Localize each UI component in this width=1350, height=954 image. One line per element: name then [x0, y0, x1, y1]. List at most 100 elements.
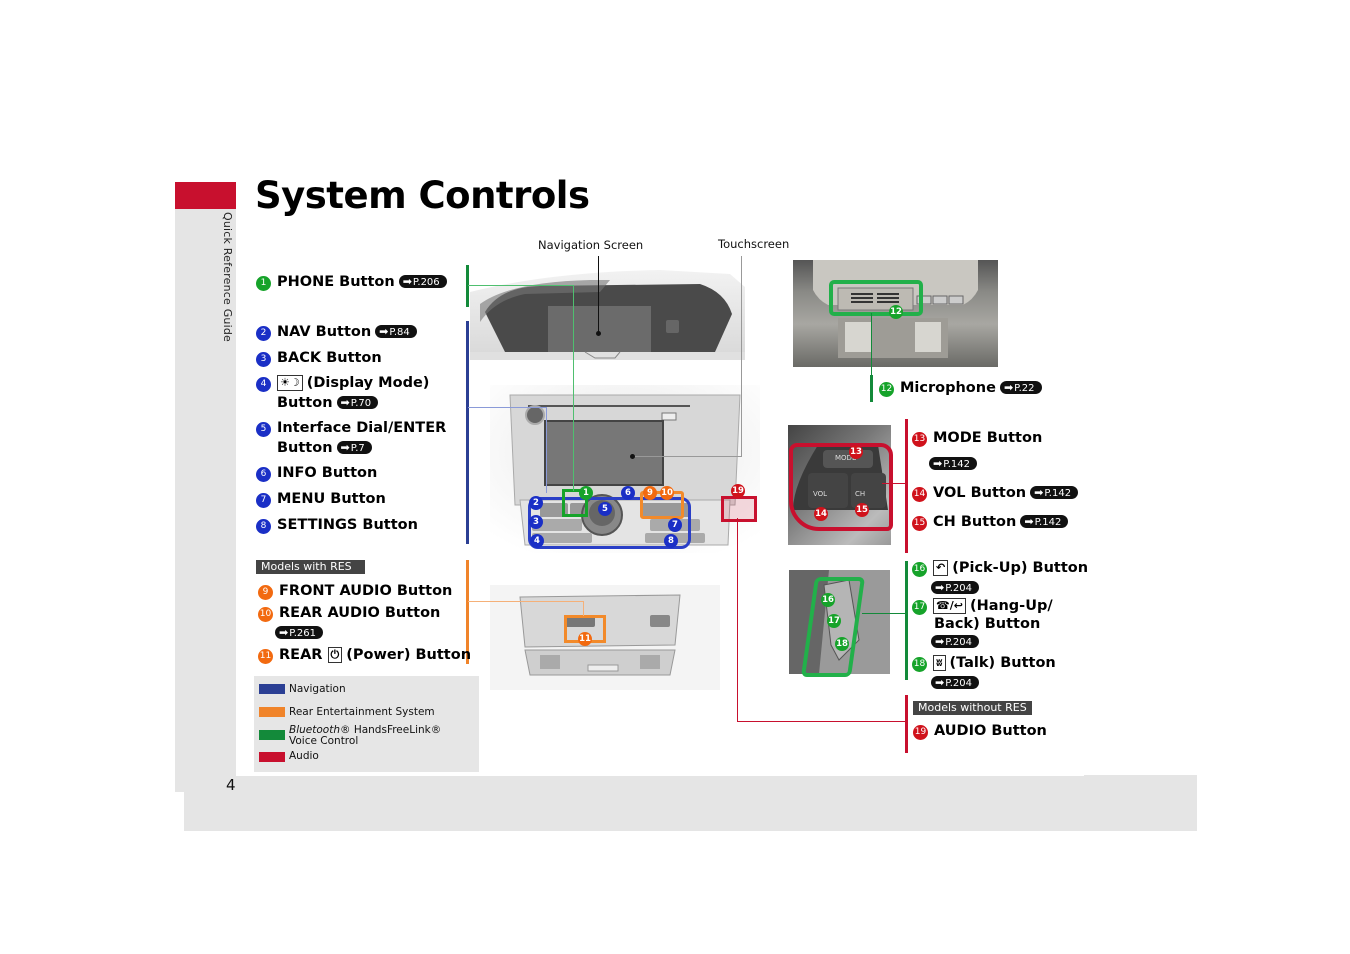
caption-touchscreen: Touchscreen [718, 237, 790, 251]
badge-12: 12 [889, 305, 903, 319]
display-mode-icon: ☀☽ [277, 375, 303, 391]
arrow-right-icon: ➡ [340, 396, 350, 409]
bracket-steering-phone [905, 561, 908, 680]
item-talk-button: 18 ʬ (Talk) Button ➡P.204 [912, 655, 1056, 689]
page-ref-link[interactable]: ➡P.142 [1030, 486, 1079, 499]
item-display-mode-button: 4 ☀☽ (Display Mode) Button ➡P.70 [256, 373, 429, 413]
arrow-right-icon: ➡ [1034, 486, 1044, 499]
item-rear-audio-button: 10 REAR AUDIO Button ➡P.261 [258, 605, 441, 639]
steering-audio-outline [789, 443, 893, 531]
legend-swatch-audio [259, 752, 285, 762]
arrow-right-icon: ➡ [402, 275, 412, 288]
legend-swatch-navigation [259, 684, 285, 694]
leader-rear-v [583, 601, 584, 616]
item-audio-button: 19 AUDIO Button [913, 723, 1047, 740]
arrow-right-icon: ➡ [1024, 515, 1034, 528]
bracket-steering-audio [905, 419, 908, 553]
badge-6: 6 [621, 486, 635, 500]
page-ref-link[interactable]: ➡P.142 [929, 457, 977, 470]
item-phone-button: 1 PHONE Button ➡P.206 [256, 272, 447, 292]
page-ref-link[interactable]: ➡P.204 [931, 581, 979, 594]
item-interface-dial: 5 Interface Dial/ENTER Button ➡P.7 [256, 418, 446, 458]
page-number: 4 [226, 776, 236, 794]
caption-navigation-screen: Navigation Screen [538, 238, 644, 252]
pick-up-icon: ↶ [933, 560, 949, 576]
page-ref-link[interactable]: ➡P.142 [1020, 515, 1069, 528]
item-microphone: 12 Microphone ➡P.22 [879, 378, 1042, 398]
badge-3: 3 [529, 515, 543, 529]
item-rear-power-button: 11 REAR ⏻ (Power) Button [258, 647, 472, 664]
bracket-microphone [870, 375, 873, 402]
arrow-right-icon: ➡ [279, 626, 289, 639]
page-ref-link[interactable]: ➡P.70 [336, 396, 379, 409]
badge-19: 19 [731, 484, 745, 498]
badge-16: 16 [821, 593, 835, 607]
arrow-right-icon: ➡ [933, 457, 943, 470]
item-back-button: 3 BACK Button [256, 348, 382, 368]
arrow-right-icon: ➡ [935, 635, 945, 648]
page-ref-link[interactable]: ➡P.206 [398, 275, 447, 288]
page-ref-link[interactable]: ➡P.22 [999, 381, 1042, 394]
arrow-right-icon: ➡ [935, 676, 945, 689]
item-vol-button: 14 VOL Button ➡P.142 [912, 483, 1079, 503]
leader-nav-h [468, 407, 547, 408]
leader-phone-v [573, 285, 574, 491]
color-legend: Navigation Rear Entertainment System Blu… [254, 676, 479, 772]
item-menu-button: 7 MENU Button [256, 489, 386, 509]
leader-navigation-screen [598, 256, 599, 333]
power-icon: ⏻ [327, 647, 343, 663]
badge-5: 5 [598, 502, 612, 516]
item-settings-button: 8 SETTINGS Button [256, 515, 418, 535]
arrow-right-icon: ➡ [1003, 381, 1014, 394]
item-mode-button: 13 MODE Button ➡P.142 [912, 430, 1043, 470]
models-with-res-tag: Models with RES [256, 560, 365, 574]
leader-nav-v [546, 407, 547, 493]
leader-microphone [871, 313, 872, 375]
badge-7: 7 [668, 518, 682, 532]
page-title: System Controls [255, 174, 590, 217]
footer-divider [236, 773, 1084, 776]
page-ref-link[interactable]: ➡P.84 [375, 325, 417, 338]
badge-15: 15 [855, 503, 869, 517]
badge-14: 14 [814, 507, 828, 521]
microphone-outline [829, 280, 923, 316]
leader-steering-audio [882, 483, 906, 484]
badge-1: 1 [579, 486, 593, 500]
hang-up-back-icon: ☎/↩ [933, 598, 966, 614]
badge-17: 17 [827, 614, 841, 628]
page-ref-link[interactable]: ➡P.261 [275, 626, 323, 639]
touchscreen-dot [630, 454, 635, 459]
badge-11: 11 [578, 632, 592, 646]
badge-10: 10 [660, 486, 674, 500]
sidebar-section-label[interactable]: Quick Reference Guide [221, 212, 234, 342]
badge-8: 8 [664, 534, 678, 548]
leader-audio-v [737, 518, 738, 722]
page-ref-link[interactable]: ➡P.204 [931, 676, 979, 689]
item-pickup-button: 16 ↶ (Pick-Up) Button ➡P.204 [912, 560, 1089, 594]
item-hangup-button: 17 ☎/↩ (Hang-Up/ Back) Button ➡P.204 [912, 598, 1053, 648]
badge-9: 9 [643, 486, 657, 500]
leader-touchscreen-v [741, 256, 742, 456]
leader-phone-h [468, 285, 574, 286]
navigation-screen-illustration [470, 262, 745, 360]
page-ref-link[interactable]: ➡P.7 [336, 441, 372, 454]
bracket-navigation [466, 321, 469, 544]
leader-steering-phone [862, 613, 906, 614]
leader-rear-h [468, 601, 584, 602]
talk-icon: ʬ [933, 655, 946, 671]
models-without-res-tag: Models without RES [913, 701, 1032, 715]
arrow-right-icon: ➡ [935, 581, 945, 594]
legend-swatch-rear-entertainment [259, 707, 285, 717]
legend-label-navigation: Navigation [289, 683, 346, 695]
item-info-button: 6 INFO Button [256, 463, 377, 483]
leader-audio-h [737, 721, 906, 722]
legend-label-audio: Audio [289, 750, 319, 762]
bracket-audio [905, 695, 908, 753]
leader-touchscreen-h [632, 456, 742, 457]
badge-4: 4 [530, 534, 544, 548]
footer-band [184, 775, 1197, 831]
section-tab[interactable] [175, 182, 236, 209]
badge-2: 2 [529, 496, 543, 510]
legend-label-bluetooth: Bluetooth® HandsFreeLink® Voice Control [289, 724, 442, 747]
page-ref-link[interactable]: ➡P.204 [931, 635, 979, 648]
